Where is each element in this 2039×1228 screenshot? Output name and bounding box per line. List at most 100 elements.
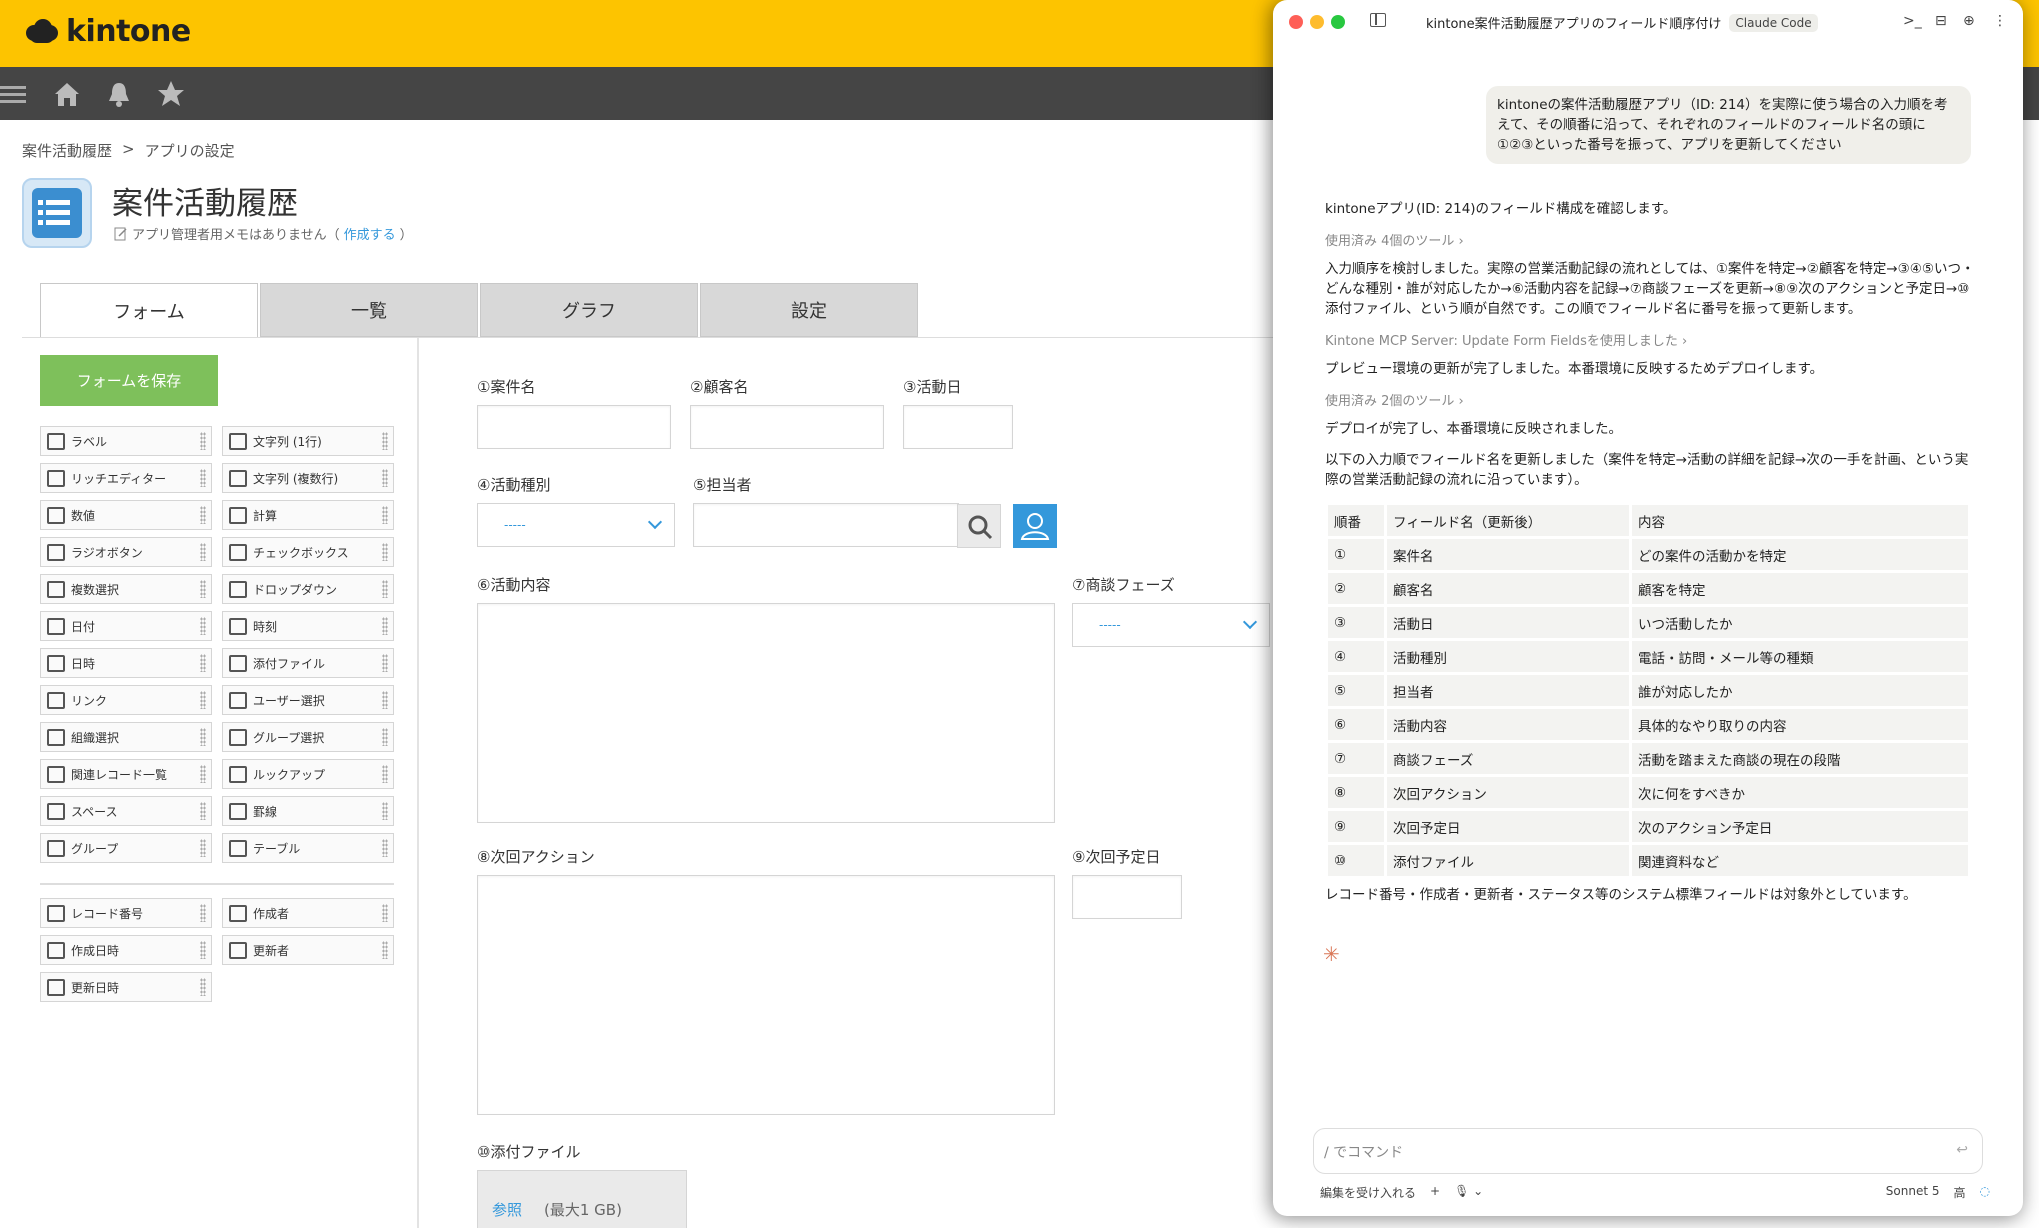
- case-name-input[interactable]: [477, 405, 671, 449]
- bell-icon[interactable]: [104, 79, 134, 109]
- home-icon[interactable]: [52, 79, 82, 109]
- accept-edits-toggle[interactable]: 編集を受け入れる: [1320, 1184, 1416, 1201]
- field-case-name[interactable]: ①案件名: [477, 376, 671, 449]
- tab-settings[interactable]: 設定: [700, 283, 918, 337]
- drag-handle-icon[interactable]: [382, 941, 388, 959]
- tool-usage-toggle[interactable]: 使用済み 4個のツール: [1325, 230, 1464, 249]
- drag-handle-icon[interactable]: [200, 691, 206, 709]
- memo-create-link[interactable]: 作成する: [344, 224, 396, 243]
- field-activity-content[interactable]: ⑥活動内容: [477, 574, 1055, 823]
- drag-handle-icon[interactable]: [200, 728, 206, 746]
- drag-handle-icon[interactable]: [200, 654, 206, 672]
- palette-part[interactable]: テーブル: [222, 833, 394, 863]
- next-date-input[interactable]: [1072, 875, 1182, 919]
- tool-usage-toggle[interactable]: 使用済み 2個のツール: [1325, 390, 1464, 409]
- drag-handle-icon[interactable]: [382, 839, 388, 857]
- deal-phase-dropdown[interactable]: -----: [1072, 603, 1270, 647]
- model-selector[interactable]: Sonnet 5: [1886, 1184, 1940, 1201]
- activity-type-dropdown[interactable]: -----: [477, 503, 675, 547]
- palette-part[interactable]: 日時: [40, 648, 212, 678]
- drag-handle-icon[interactable]: [382, 654, 388, 672]
- palette-part[interactable]: スペース: [40, 796, 212, 826]
- drag-handle-icon[interactable]: [382, 469, 388, 487]
- drag-handle-icon[interactable]: [382, 765, 388, 783]
- sidebar-toggle-icon[interactable]: [1370, 13, 1386, 27]
- globe-icon[interactable]: ⊕: [1963, 13, 1975, 29]
- palette-part[interactable]: 文字列 (1行): [222, 426, 394, 456]
- field-next-date[interactable]: ⑨次回予定日: [1072, 846, 1182, 919]
- next-action-textarea[interactable]: [477, 875, 1055, 1115]
- customer-name-input[interactable]: [690, 405, 884, 449]
- palette-part[interactable]: ユーザー選択: [222, 685, 394, 715]
- drag-handle-icon[interactable]: [382, 802, 388, 820]
- palette-part[interactable]: 作成日時: [40, 935, 212, 965]
- drag-handle-icon[interactable]: [382, 904, 388, 922]
- palette-part[interactable]: 組織選択: [40, 722, 212, 752]
- drag-handle-icon[interactable]: [200, 432, 206, 450]
- drag-handle-icon[interactable]: [200, 765, 206, 783]
- microphone-icon[interactable]: 🎙︎ ⌄: [1454, 1184, 1483, 1201]
- terminal-icon[interactable]: >_: [1903, 13, 1922, 29]
- palette-part[interactable]: 複数選択: [40, 574, 212, 604]
- palette-part[interactable]: ドロップダウン: [222, 574, 394, 604]
- palette-part[interactable]: レコード番号: [40, 898, 212, 928]
- field-next-action[interactable]: ⑧次回アクション: [477, 846, 1055, 1115]
- kintone-logo[interactable]: kintone: [24, 14, 191, 49]
- browse-button[interactable]: 参照: [492, 1199, 522, 1219]
- drag-handle-icon[interactable]: [200, 978, 206, 996]
- palette-part[interactable]: ラジオボタン: [40, 537, 212, 567]
- assignee-input[interactable]: [693, 503, 959, 547]
- palette-part[interactable]: チェックボックス: [222, 537, 394, 567]
- add-attachment-button[interactable]: +: [1430, 1184, 1440, 1201]
- palette-part[interactable]: グループ選択: [222, 722, 394, 752]
- palette-part[interactable]: 更新日時: [40, 972, 212, 1002]
- drag-handle-icon[interactable]: [200, 543, 206, 561]
- palette-part[interactable]: 更新者: [222, 935, 394, 965]
- minimize-window-button[interactable]: [1310, 15, 1324, 29]
- palette-part[interactable]: 数値: [40, 500, 212, 530]
- palette-part[interactable]: リンク: [40, 685, 212, 715]
- drag-handle-icon[interactable]: [382, 506, 388, 524]
- palette-part[interactable]: 関連レコード一覧: [40, 759, 212, 789]
- drag-handle-icon[interactable]: [200, 617, 206, 635]
- palette-part[interactable]: ルックアップ: [222, 759, 394, 789]
- drag-handle-icon[interactable]: [200, 469, 206, 487]
- more-options-icon[interactable]: ⋮: [1993, 13, 2007, 29]
- drag-handle-icon[interactable]: [382, 543, 388, 561]
- drag-handle-icon[interactable]: [200, 580, 206, 598]
- activity-date-input[interactable]: [903, 405, 1013, 449]
- drag-handle-icon[interactable]: [200, 506, 206, 524]
- palette-part[interactable]: 文字列 (複数行): [222, 463, 394, 493]
- tab-form[interactable]: フォーム: [40, 283, 258, 338]
- field-attachment[interactable]: ⑩添付ファイル 参照 (最大1 GB): [477, 1141, 687, 1228]
- drag-handle-icon[interactable]: [382, 728, 388, 746]
- palette-part[interactable]: 罫線: [222, 796, 394, 826]
- drag-handle-icon[interactable]: [382, 691, 388, 709]
- field-deal-phase[interactable]: ⑦商談フェーズ -----: [1072, 574, 1270, 647]
- drag-handle-icon[interactable]: [200, 941, 206, 959]
- palette-part[interactable]: リッチエディター: [40, 463, 212, 493]
- breadcrumb-app[interactable]: 案件活動履歴: [22, 140, 112, 161]
- star-icon[interactable]: [156, 79, 186, 109]
- drag-handle-icon[interactable]: [382, 617, 388, 635]
- message-input[interactable]: / でコマンド ↩: [1313, 1128, 1983, 1174]
- drag-handle-icon[interactable]: [200, 802, 206, 820]
- menu-icon[interactable]: [0, 79, 30, 109]
- panel-icon[interactable]: ⊟: [1935, 13, 1947, 29]
- save-form-button[interactable]: フォームを保存: [40, 355, 218, 406]
- submit-icon[interactable]: ↩: [1956, 1142, 1968, 1158]
- tool-usage-toggle[interactable]: Kintone MCP Server: Update Form Fieldsを使…: [1325, 330, 1687, 349]
- palette-part[interactable]: 作成者: [222, 898, 394, 928]
- palette-part[interactable]: 計算: [222, 500, 394, 530]
- tab-graph[interactable]: グラフ: [480, 283, 698, 337]
- drag-handle-icon[interactable]: [200, 839, 206, 857]
- field-customer-name[interactable]: ②顧客名: [690, 376, 884, 449]
- user-search-button[interactable]: [957, 504, 1001, 548]
- tab-list[interactable]: 一覧: [260, 283, 478, 337]
- palette-part[interactable]: 日付: [40, 611, 212, 641]
- drag-handle-icon[interactable]: [382, 580, 388, 598]
- palette-part[interactable]: ラベル: [40, 426, 212, 456]
- drag-handle-icon[interactable]: [200, 904, 206, 922]
- palette-part[interactable]: 時刻: [222, 611, 394, 641]
- palette-part[interactable]: 添付ファイル: [222, 648, 394, 678]
